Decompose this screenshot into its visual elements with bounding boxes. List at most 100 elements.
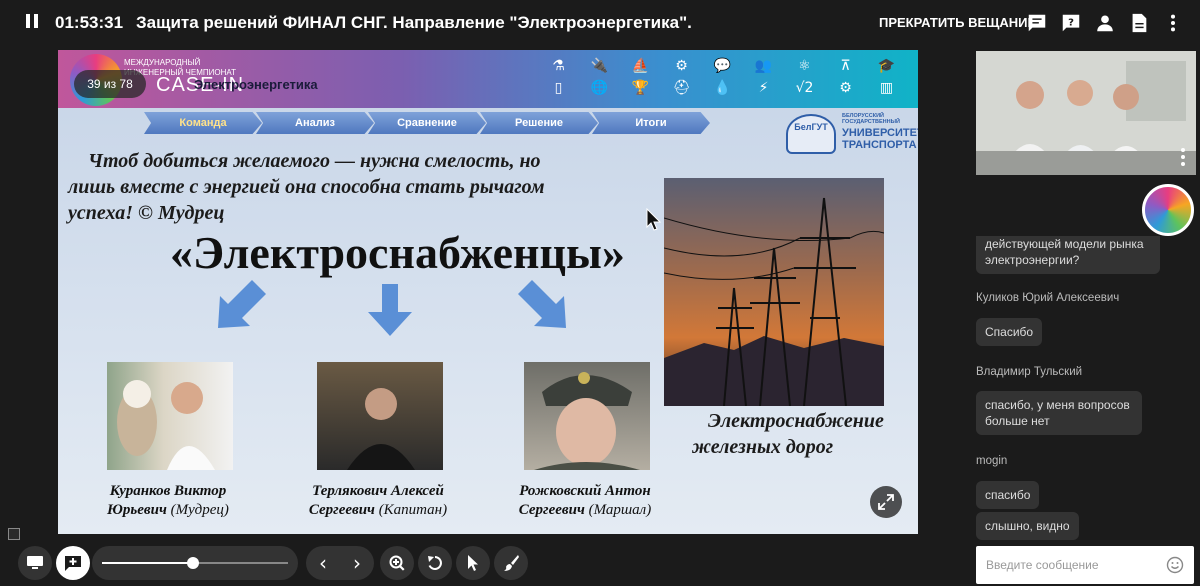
slide-header: МЕЖДУНАРОДНЫЙ ИНЖЕНЕРНЫЙ ЧЕМПИОНАТ CASE-… [58,50,918,108]
globe-icon: 🌐 [590,80,609,96]
member-2-role: (Капитан) [378,502,448,518]
slider-handle[interactable] [187,557,200,569]
presentation-slide: МЕЖДУНАРОДНЫЙ ИНЖЕНЕРНЫЙ ЧЕМПИОНАТ CASE-… [58,50,918,534]
chat-author: Куликов Юрий Алексеевич [976,292,1120,304]
step-solution: Решение [480,112,598,134]
fullscreen-button[interactable] [870,486,902,518]
step-team: Команда [144,112,262,134]
chevron-right-icon[interactable]: › [353,551,361,575]
university-title-line1: УНИВЕРСИТЕТ [842,127,918,139]
discipline-icons: ⚗ 🔌 ⛵ ⚙ 💬 👥 ⚛ ⊼ 🎓 ▯ 🌐 🏆 ⛑ 💧 ⚡ √2 ⚙ ▥ [538,58,907,96]
stop-broadcast-button[interactable]: ПРЕКРАТИТЬ ВЕЩАНИЕ [879,15,1036,30]
webcam-video [976,51,1196,175]
chat-message: действующей модели рынка электроэнергии? [976,236,1160,274]
avatar[interactable] [1142,184,1194,236]
university-title: УНИВЕРСИТЕТ ТРАНСПОРТА [842,127,918,151]
photo-caption-line1: Электроснабжение [708,410,884,432]
page-indicator: 39 из 78 [74,70,146,98]
cog-icon: ⚙ [839,80,852,96]
add-slide-button[interactable] [56,546,90,580]
brush-button[interactable] [494,546,528,580]
phone-icon: ▯ [554,80,563,96]
svg-text:?: ? [1068,17,1074,28]
member-3-name-line2: Сергеевич [518,502,585,518]
brush-icon [504,555,519,571]
photo-caption-line2: железных дорог [692,436,834,458]
graduation-icon: 🎓 [877,58,896,74]
direction-label: Электроэнергетика [194,77,318,92]
video-more-icon[interactable] [1178,146,1188,168]
chat-message: спасибо [976,481,1040,509]
add-slide-icon [65,556,81,571]
member-name-2: Терлякович Алексей Сергеевич (Капитан) [278,482,478,520]
member-1-role: (Мудрец) [170,502,229,518]
drop-icon: 💧 [713,80,732,96]
member-name-1: Куранков Виктор Юрьевич (Мудрец) [68,482,268,520]
more-vert-icon[interactable] [1162,12,1184,34]
presentation-button[interactable] [18,546,52,580]
power-lines-photo [664,178,884,406]
ship-icon: ⛵ [631,58,650,74]
mouse-pointer-icon [646,208,662,231]
photo-caption: Электроснабжение железных дорог [692,408,918,460]
step-analysis: Анализ [256,112,374,134]
chat-list: действующей модели рынка электроэнергии?… [976,236,1186,542]
broadcast-timer: 01:53:31 [55,13,124,32]
broken-image-icon [8,528,20,540]
university-title-line2: ТРАНСПОРТА [842,139,917,151]
person-icon[interactable] [1094,12,1116,34]
undo-button[interactable] [418,546,452,580]
pointer-icon [468,555,478,571]
member-photo-2 [317,362,443,470]
pause-icon[interactable] [24,14,40,30]
member-photo-1 [107,362,233,470]
chat-message: слышно, видно [976,512,1079,540]
member-photo-3 [524,362,650,470]
zoom-button[interactable] [380,546,414,580]
helmet-icon: ⛑ [672,80,691,96]
steps-bar: Команда Анализ Сравнение Решение Итоги [144,112,710,134]
member-2-name-line1: Терлякович Алексей [312,483,444,499]
document-icon[interactable] [1128,12,1150,34]
chat-message: спасибо, у меня вопросов больше нет [976,391,1142,435]
pointer-button[interactable] [456,546,490,580]
flask-icon: ⚗ [552,58,565,74]
gears-icon: ⚙ [675,58,688,74]
speech-icon: 💬 [713,58,732,74]
chat-message: Спасибо [976,318,1043,346]
arrow-down-left-icon [218,280,266,328]
university-emblem: БелГУТ [786,114,836,154]
compass-icon: ⊼ [840,58,851,74]
arrow-down-icon [368,284,412,336]
chat-author: mogin [976,455,1008,467]
building-icon: ▥ [879,80,894,96]
team-name: «Электроснабженцы» [170,227,625,278]
trophy-icon: 🏆 [631,80,650,96]
logo-caption-line1: МЕЖДУНАРОДНЫЙ [124,58,201,67]
university-logo: БелГУТ БЕЛОРУССКИЙ ГОСУДАРСТВЕННЫЙ УНИВЕ… [786,112,918,156]
step-results: Итоги [592,112,710,134]
slide-quote: Чтоб добиться желаемого — нужна смелость… [68,150,545,224]
chevron-left-icon[interactable]: ‹ [319,551,327,575]
playback-slider[interactable] [92,546,298,580]
emoji-icon[interactable] [1166,556,1184,574]
member-name-3: Рожковский Антон Сергеевич (Маршал) [485,482,685,520]
tower-icon: ⚡ [758,80,769,96]
zoom-icon [389,555,405,571]
message-input[interactable]: Введите сообщение [976,546,1194,584]
slide-navigation: ‹ › [306,546,374,580]
chat-icon[interactable] [1026,12,1048,34]
member-1-name-line2: Юрьевич [107,502,167,518]
plug-icon: 🔌 [590,58,609,74]
chat-author: Владимир Тульский [976,366,1083,378]
member-3-name-line1: Рожковский Антон [519,483,651,499]
top-bar: 01:53:31 Защита решений ФИНАЛ СНГ. Напра… [0,0,1200,44]
question-icon[interactable]: ? [1060,12,1082,34]
people-icon: 👥 [754,58,773,74]
university-subtitle: БЕЛОРУССКИЙ ГОСУДАРСТВЕННЫЙ [842,113,900,125]
university-emblem-text: БелГУТ [794,122,828,132]
expand-icon [878,494,894,510]
step-comparison: Сравнение [368,112,486,134]
member-3-role: (Маршал) [588,502,652,518]
undo-icon [428,556,442,570]
